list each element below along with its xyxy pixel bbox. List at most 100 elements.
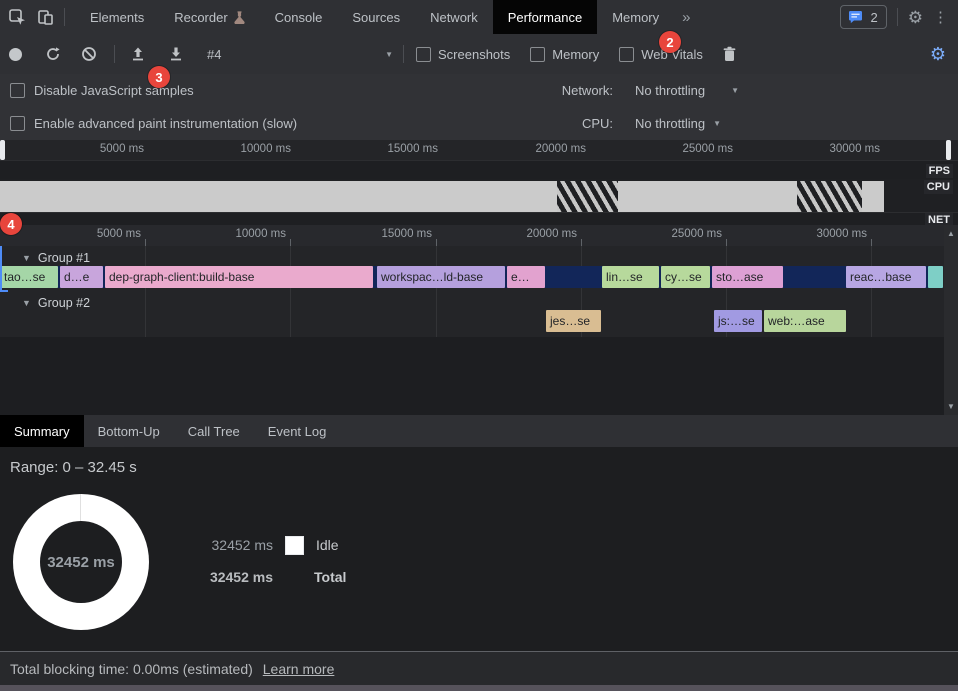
legend-row: 32452 msIdle bbox=[183, 536, 346, 554]
scroll-up-icon[interactable]: ▲ bbox=[944, 229, 958, 238]
advanced-paint-checkbox[interactable] bbox=[10, 116, 25, 131]
performance-toolbar: #4 ▼ ScreenshotsMemoryWeb Vitals ⚙ bbox=[0, 34, 958, 75]
flame-bar[interactable]: jes…se bbox=[546, 310, 601, 332]
more-tabs-button[interactable]: » bbox=[674, 0, 698, 34]
cpu-throttling-row: CPU: No throttling ▼ bbox=[553, 107, 721, 140]
ruler-tick-label: 20000 ms bbox=[514, 143, 586, 155]
tab-bottom-up[interactable]: Bottom-Up bbox=[84, 415, 174, 447]
flame-empty-area bbox=[0, 337, 944, 415]
flame-bar[interactable]: js:…se bbox=[714, 310, 762, 332]
checkbox-label: Screenshots bbox=[438, 47, 510, 62]
flame-bar[interactable]: lin…se bbox=[602, 266, 659, 288]
network-throttling-label: Network: bbox=[553, 83, 613, 98]
tab-label: Memory bbox=[612, 10, 659, 25]
tab-label: Elements bbox=[90, 10, 144, 25]
donut-slice-gap bbox=[80, 494, 81, 521]
devtools-window: Elements Recorder ConsoleSourcesNetwork Per… bbox=[0, 0, 958, 691]
checkbox-screenshots[interactable]: Screenshots bbox=[416, 47, 510, 62]
selection-bracket bbox=[0, 290, 8, 292]
device-toolbar-icon[interactable] bbox=[36, 8, 54, 26]
settings-gear-icon[interactable]: ⚙ bbox=[908, 9, 923, 26]
reload-and-record-icon[interactable] bbox=[44, 45, 62, 63]
selection-bracket bbox=[0, 246, 2, 292]
inspect-element-icon[interactable] bbox=[8, 8, 26, 26]
cpu-idle-hatch bbox=[557, 181, 618, 212]
flame-chart[interactable]: 5000 ms10000 ms15000 ms20000 ms25000 ms3… bbox=[0, 225, 958, 415]
flame-bar[interactable]: web:…ase bbox=[764, 310, 846, 332]
tab-network[interactable]: Network bbox=[415, 0, 493, 34]
flame-bar[interactable]: e… bbox=[507, 266, 545, 288]
summary-legend: 32452 msIdle32452 msTotal bbox=[183, 536, 346, 586]
history-dropdown[interactable]: #4 ▼ bbox=[207, 47, 393, 62]
tab-performance[interactable]: Performance bbox=[493, 0, 597, 34]
details-tab-bar: SummaryBottom-UpCall TreeEvent Log bbox=[0, 415, 958, 448]
overview-left-handle[interactable] bbox=[0, 140, 5, 160]
flask-icon bbox=[234, 11, 245, 24]
ruler-tick-label: 30000 ms bbox=[808, 143, 880, 155]
devtools-tab-bar: Elements Recorder ConsoleSourcesNetwork Per… bbox=[0, 0, 958, 35]
ruler-tick-label: 10000 ms bbox=[214, 228, 286, 240]
tab-memory[interactable]: Memory bbox=[597, 0, 674, 34]
ruler-tickmark bbox=[290, 239, 291, 246]
annotation-badge-4: 4 bbox=[0, 213, 22, 235]
flame-scrollbar[interactable]: ▲ ▼ bbox=[944, 225, 958, 415]
cpu-lane-label: CPU bbox=[924, 180, 953, 194]
disable-js-samples-label: Disable JavaScript samples bbox=[34, 83, 194, 98]
tab-sources[interactable]: Sources bbox=[337, 0, 415, 34]
tab-label: Performance bbox=[508, 10, 582, 25]
flame-bar[interactable]: sto…ase bbox=[712, 266, 783, 288]
ruler-tick-label: 30000 ms bbox=[795, 228, 867, 240]
checkbox-box[interactable] bbox=[530, 47, 545, 62]
network-throttling-value[interactable]: No throttling bbox=[635, 83, 705, 98]
garbage-collect-icon[interactable] bbox=[721, 45, 739, 63]
chevron-down-icon: ▼ bbox=[713, 119, 721, 128]
overview-right-handle[interactable] bbox=[946, 140, 951, 160]
checkbox-box[interactable] bbox=[416, 47, 431, 62]
legend-label: Total bbox=[314, 569, 346, 585]
tab-summary[interactable]: Summary bbox=[0, 415, 84, 447]
ruler-tickmark bbox=[581, 239, 582, 246]
ruler-tick-label: 15000 ms bbox=[366, 143, 438, 155]
tabbar-left-icons bbox=[0, 0, 75, 34]
capture-settings-gear-icon[interactable]: ⚙ bbox=[930, 45, 946, 63]
kebab-menu-icon[interactable]: ⋮ bbox=[933, 8, 948, 26]
toolbar-checkboxes: ScreenshotsMemoryWeb Vitals bbox=[416, 47, 703, 62]
tab-label: Recorder bbox=[174, 10, 227, 25]
capture-settings-pane: Disable JavaScript samples Enable advanc… bbox=[0, 74, 958, 141]
legend-label: Idle bbox=[316, 537, 339, 553]
issues-button[interactable]: 2 bbox=[840, 5, 887, 29]
flame-bar[interactable]: tao…se bbox=[0, 266, 58, 288]
flame-bar[interactable]: reac…base bbox=[846, 266, 926, 288]
tab-console[interactable]: Console bbox=[260, 0, 338, 34]
disable-js-samples-checkbox[interactable] bbox=[10, 83, 25, 98]
learn-more-link[interactable]: Learn more bbox=[263, 661, 335, 677]
flame-bar[interactable]: workspac…ld-base bbox=[377, 266, 505, 288]
record-button[interactable] bbox=[9, 48, 22, 61]
tab-call-tree[interactable]: Call Tree bbox=[174, 415, 254, 447]
flame-bar[interactable]: dep-graph-client:build-base bbox=[105, 266, 373, 288]
clear-recording-icon[interactable] bbox=[80, 45, 98, 63]
flame-group-header[interactable]: ▼Group #2 bbox=[22, 294, 90, 312]
tabbar-right-controls: 2 ⚙ ⋮ bbox=[840, 0, 958, 34]
tab-event-log[interactable]: Event Log bbox=[254, 415, 341, 447]
scroll-down-icon[interactable]: ▼ bbox=[944, 402, 958, 411]
flame-bar[interactable]: d…e bbox=[60, 266, 103, 288]
checkbox-memory[interactable]: Memory bbox=[530, 47, 599, 62]
cpu-throttling-value[interactable]: No throttling bbox=[635, 116, 705, 131]
tab-elements[interactable]: Elements bbox=[75, 0, 159, 34]
ruler-tick-label: 5000 ms bbox=[72, 143, 144, 155]
overview-fps-lane: FPS bbox=[0, 160, 958, 180]
divider bbox=[403, 45, 404, 63]
triangle-down-icon: ▼ bbox=[22, 253, 31, 263]
flame-bar[interactable] bbox=[928, 266, 943, 288]
ruler-tick-label: 25000 ms bbox=[661, 143, 733, 155]
chevron-down-icon: ▼ bbox=[731, 86, 739, 95]
checkbox-box[interactable] bbox=[619, 47, 634, 62]
ruler-tickmark bbox=[871, 239, 872, 246]
timeline-overview[interactable]: 5000 ms10000 ms15000 ms20000 ms25000 ms3… bbox=[0, 140, 958, 225]
load-profile-icon[interactable] bbox=[129, 45, 147, 63]
save-profile-icon[interactable] bbox=[167, 45, 185, 63]
flame-group-header[interactable]: ▼Group #1 bbox=[22, 249, 90, 267]
tab-recorder[interactable]: Recorder bbox=[159, 0, 259, 34]
flame-bar[interactable]: cy…se bbox=[661, 266, 710, 288]
